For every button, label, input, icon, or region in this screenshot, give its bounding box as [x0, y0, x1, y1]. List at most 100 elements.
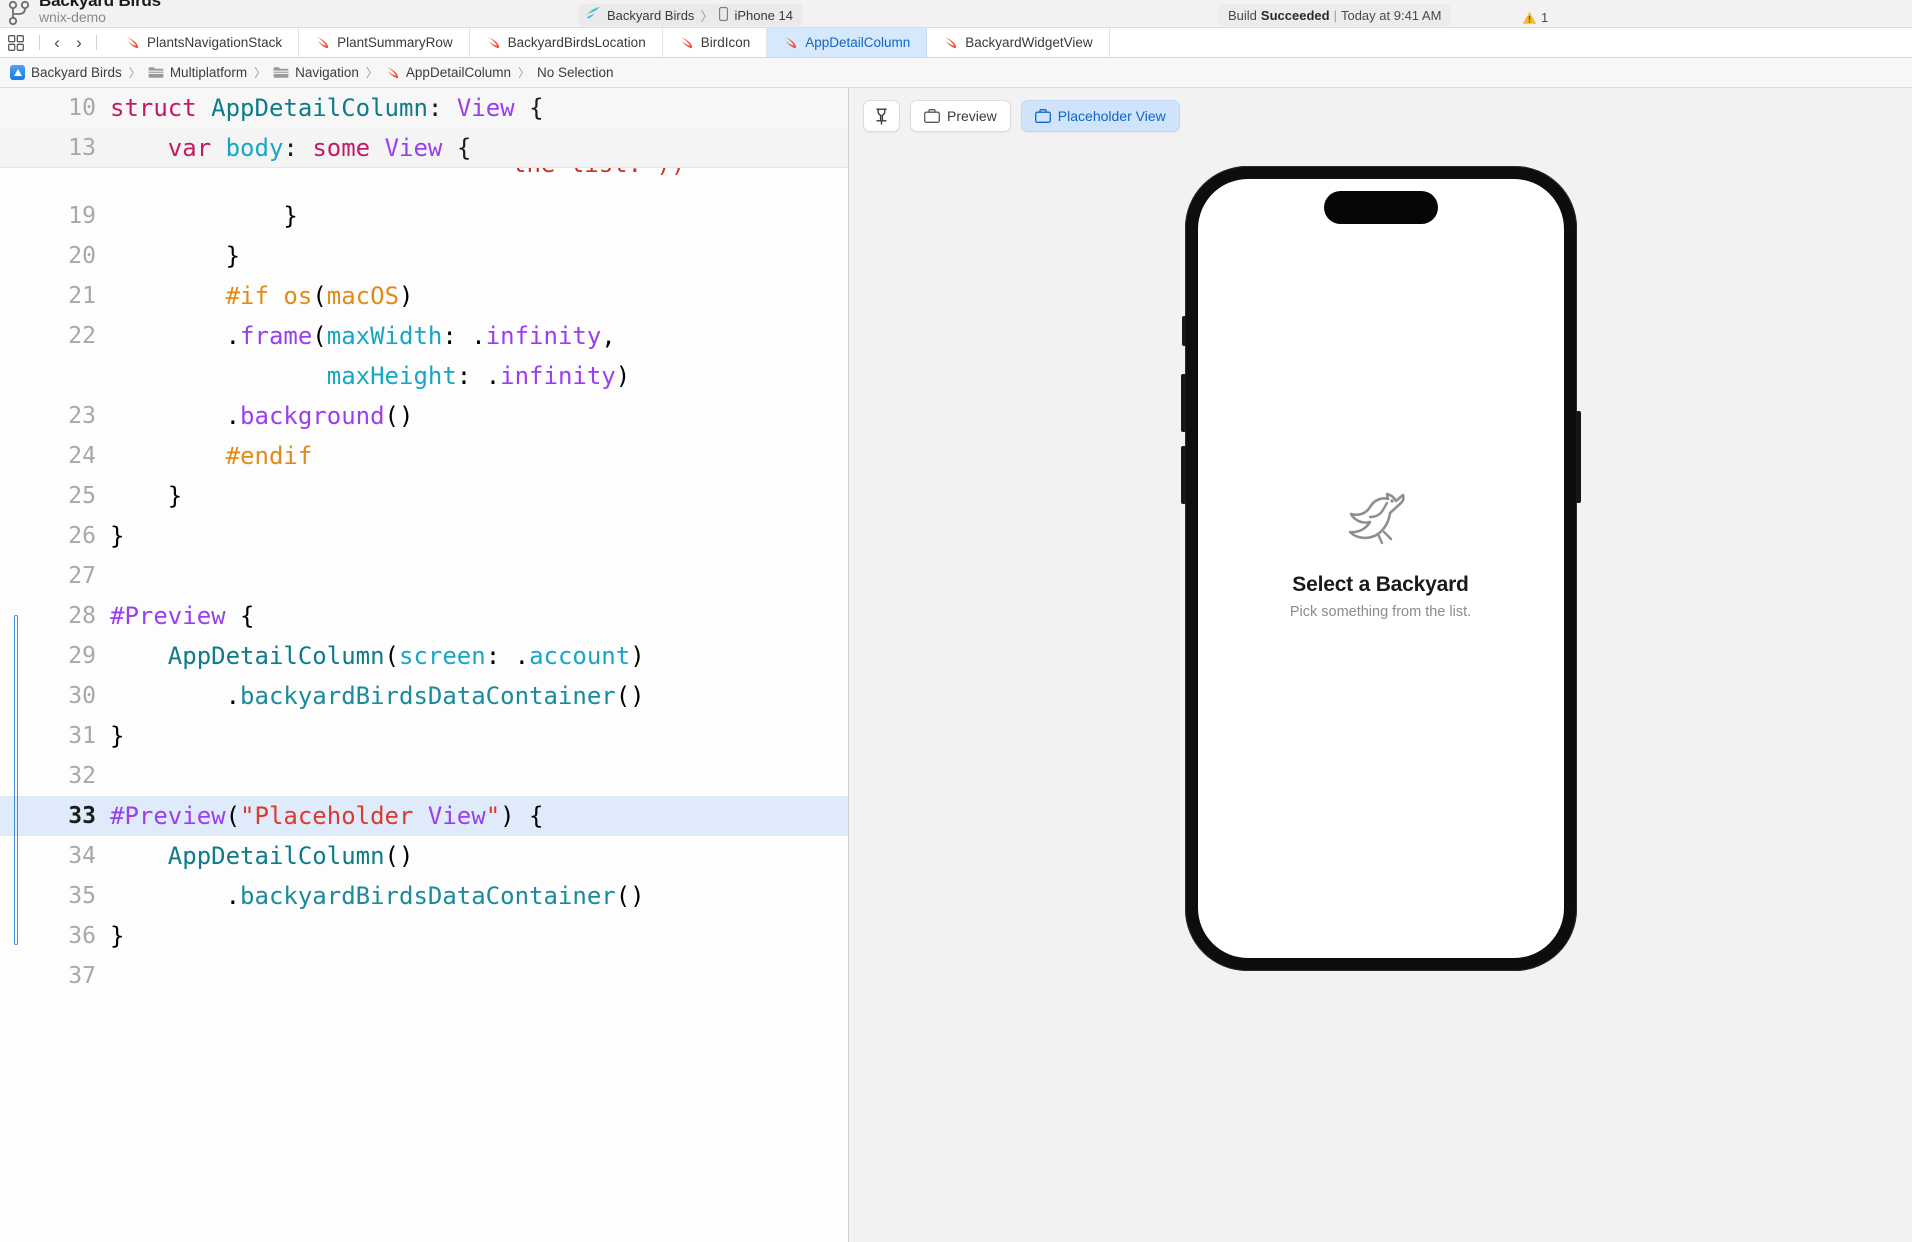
line-code: struct AppDetailColumn: View {: [110, 94, 544, 122]
placeholder-subtitle: Pick something from the list.: [1289, 603, 1472, 620]
breadcrumb-item-4[interactable]: No Selection: [537, 65, 614, 80]
tab-label: BirdIcon: [700, 35, 751, 50]
placeholder-view-tab-button[interactable]: Placeholder View: [1020, 100, 1180, 132]
code-line[interactable]: 32: [0, 756, 848, 796]
preview-change-bar: [14, 615, 18, 945]
code-line[interactable]: 19 }: [0, 196, 848, 236]
line-number: 21: [68, 283, 96, 309]
code-line[interactable]: 30 .backyardBirdsDataContainer(): [0, 676, 848, 716]
code-line[interactable]: 28 #Preview {: [0, 596, 848, 636]
code-editor[interactable]: 10 struct AppDetailColumn: View { 13 var…: [0, 88, 849, 1242]
swift-file-icon: [943, 35, 958, 50]
code-line[interactable]: 23 .background(): [0, 396, 848, 436]
code-line[interactable]: 31}: [0, 716, 848, 756]
code-line[interactable]: 24 #endif: [0, 436, 848, 476]
grid-layout-icon[interactable]: [8, 34, 24, 51]
phone-screen[interactable]: Select a Backyard Pick something from th…: [1197, 179, 1564, 958]
preview-icon: [924, 109, 940, 123]
build-status-bar[interactable]: Build Succeeded | Today at 9:41 AM: [1218, 4, 1452, 26]
breadcrumb-item-0[interactable]: Backyard Birds: [10, 65, 122, 80]
code-line[interactable]: 20 }: [0, 236, 848, 276]
line-number: 13: [68, 135, 96, 161]
breadcrumb-label: No Selection: [537, 65, 614, 80]
tab-backyardwidgetview[interactable]: BackyardWidgetView: [927, 28, 1110, 57]
line-code: AppDetailColumn(screen: .account): [167, 642, 645, 670]
code-line[interactable]: 26}: [0, 516, 848, 556]
dynamic-island: [1323, 191, 1438, 224]
swift-file-icon: [385, 65, 400, 80]
main-split-view: 10 struct AppDetailColumn: View { 13 var…: [0, 88, 1912, 1242]
preview-toolbar: Preview Placeholder View: [849, 88, 1912, 132]
scheme-name: Backyard Birds: [607, 7, 695, 23]
line-number: 22: [68, 323, 96, 349]
tab-appdetailcolumn[interactable]: AppDetailColumn: [767, 28, 928, 57]
line-code: }: [110, 722, 125, 750]
tab-birdicon[interactable]: BirdIcon: [663, 28, 768, 57]
navigate-back-button[interactable]: ‹: [46, 32, 68, 54]
breadcrumb-separator: 〉: [254, 66, 267, 80]
breadcrumb-separator: 〉: [517, 66, 530, 80]
status-time: Today at 9:41 AM: [1340, 7, 1442, 23]
tab-backyardbirdslocation[interactable]: BackyardBirdsLocation: [470, 28, 663, 57]
code-line[interactable]: 29 AppDetailColumn(screen: .account): [0, 636, 848, 676]
line-code: .backyardBirdsDataContainer(): [110, 882, 645, 910]
code-line: 10 struct AppDetailColumn: View {: [0, 88, 848, 128]
breadcrumb-item-3[interactable]: AppDetailColumn: [385, 65, 511, 80]
code-line[interactable]: 37: [0, 956, 848, 996]
folder-icon: [273, 66, 289, 79]
code-line[interactable]: maxHeight: .infinity): [0, 356, 848, 396]
line-code: }: [110, 202, 298, 230]
code-line: 13 var body: some View {: [0, 128, 848, 168]
code-line[interactable]: 27: [0, 556, 848, 596]
warning-indicator[interactable]: 1: [1522, 10, 1548, 25]
line-code: .backyardBirdsDataContainer(): [110, 682, 645, 710]
code-line[interactable]: 35 .backyardBirdsDataContainer(): [0, 876, 848, 916]
line-code: var body: some View {: [167, 134, 472, 162]
line-number: 27: [68, 563, 96, 589]
code-line[interactable]: 33 #Preview("Placeholder View") {: [0, 796, 848, 836]
tab-plantsummaryrow[interactable]: PlantSummaryRow: [299, 28, 470, 57]
placeholder-title: Select a Backyard: [1292, 572, 1469, 596]
scrolled-partial-line: the list.")): [0, 168, 848, 196]
folder-icon: [148, 66, 164, 79]
warning-triangle-icon: [1522, 11, 1537, 25]
line-code: AppDetailColumn(): [167, 842, 414, 870]
destination-name: iPhone 14: [734, 7, 793, 23]
volume-up-button: [1180, 374, 1186, 432]
breadcrumb-item-1[interactable]: Multiplatform: [148, 65, 247, 80]
line-number: 24: [68, 443, 96, 469]
placeholder-view-tab-label: Placeholder View: [1057, 108, 1166, 124]
breadcrumb-label: Backyard Birds: [31, 65, 122, 80]
breadcrumb-item-2[interactable]: Navigation: [273, 65, 359, 80]
tab-label: BackyardWidgetView: [965, 35, 1093, 50]
tab-bar-controls: ‹ ›: [0, 28, 109, 57]
line-code: .frame(maxWidth: .infinity,: [110, 322, 616, 350]
pin-preview-button[interactable]: [863, 100, 900, 132]
swift-file-icon: [125, 35, 140, 50]
device-preview[interactable]: Select a Backyard Pick something from th…: [1180, 166, 1581, 971]
tab-list: PlantsNavigationStack PlantSummaryRow Back…: [109, 28, 1912, 57]
tab-plantsnavigationstack[interactable]: PlantsNavigationStack: [109, 28, 300, 57]
tab-label: PlantSummaryRow: [337, 35, 453, 50]
toolbar-divider-2: [96, 35, 97, 50]
swift-file-icon: [486, 35, 501, 50]
line-number: 19: [68, 203, 96, 229]
code-line[interactable]: 21 #if os(macOS): [0, 276, 848, 316]
line-number: 20: [68, 243, 96, 269]
code-line[interactable]: 22 .frame(maxWidth: .infinity,: [0, 316, 848, 356]
line-number: 25: [68, 483, 96, 509]
navigate-forward-button[interactable]: ›: [68, 32, 90, 54]
code-line[interactable]: 25 }: [0, 476, 848, 516]
code-line[interactable]: 34 AppDetailColumn(): [0, 836, 848, 876]
breadcrumb-separator: 〉: [365, 66, 378, 80]
code-line[interactable]: 36}: [0, 916, 848, 956]
scheme-destination-selector[interactable]: Backyard Birds 〉 iPhone 14: [578, 4, 803, 26]
tab-label: PlantsNavigationStack: [147, 35, 283, 50]
mute-switch: [1181, 316, 1186, 346]
line-code: #endif: [225, 442, 313, 470]
app-icon: [10, 65, 25, 80]
placeholder-content: Select a Backyard Pick something from th…: [1290, 488, 1471, 620]
status-prefix: Build: [1228, 7, 1257, 23]
preview-icon-selected: [1034, 109, 1051, 123]
preview-tab-button[interactable]: Preview: [910, 100, 1011, 132]
